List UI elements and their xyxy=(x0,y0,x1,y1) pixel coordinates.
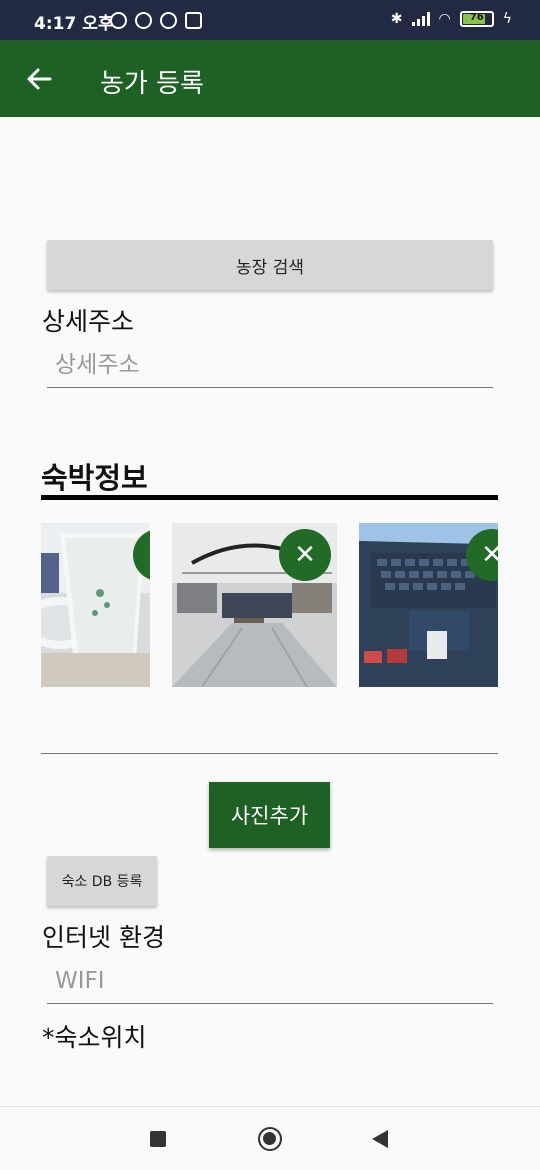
glass-photo[interactable]: ✕ xyxy=(41,523,150,687)
arrow-left-icon[interactable] xyxy=(24,64,54,94)
wifi-icon: ◠ xyxy=(438,11,451,27)
battery-level: 76 xyxy=(469,12,484,23)
divider xyxy=(41,753,498,754)
mall-photo[interactable]: ✕ xyxy=(172,523,337,687)
bluetooth-icon: ✱ xyxy=(390,11,403,27)
system-nav-bar xyxy=(0,1106,540,1170)
location-label: *숙소위치 xyxy=(42,1023,147,1052)
laptop-photo[interactable]: ✕ xyxy=(359,523,498,687)
address-label: 상세주소 xyxy=(42,307,135,336)
app-bar: 농가 등록 xyxy=(0,40,540,117)
message-icon xyxy=(185,12,202,29)
app-notification-icon-2 xyxy=(160,12,177,29)
notification-icons xyxy=(110,12,202,29)
alarm-icon xyxy=(110,12,127,29)
system-status: ✱ ◠ 76 ϟ xyxy=(391,11,512,27)
add-photo-button[interactable]: 사진추가 xyxy=(209,782,330,848)
section-underline xyxy=(41,495,498,500)
square-icon[interactable] xyxy=(150,1131,166,1147)
signal-icon xyxy=(411,12,430,26)
status-bar: 4:17 오후 ✱ ◠ 76 ϟ xyxy=(0,0,540,40)
section-title-lodging: 숙박정보 xyxy=(41,461,148,495)
app-notification-icon xyxy=(135,12,152,29)
register-db-button[interactable]: 숙소 DB 등록 xyxy=(47,856,157,906)
close-icon[interactable]: ✕ xyxy=(279,529,331,581)
status-time: 4:17 오후 xyxy=(34,14,114,34)
internet-input[interactable] xyxy=(47,958,493,1004)
circle-icon[interactable] xyxy=(258,1127,282,1151)
charging-icon: ϟ xyxy=(502,11,512,27)
triangle-back-icon[interactable] xyxy=(372,1130,388,1148)
farm-search-button[interactable]: 농장 검색 xyxy=(47,240,493,290)
internet-label: 인터넷 환경 xyxy=(42,923,165,952)
battery-icon: 76 xyxy=(459,11,494,27)
photo-gallery[interactable]: ✕ ✕ xyxy=(41,523,498,687)
address-input[interactable] xyxy=(47,342,493,388)
page-title: 농가 등록 xyxy=(100,69,204,99)
